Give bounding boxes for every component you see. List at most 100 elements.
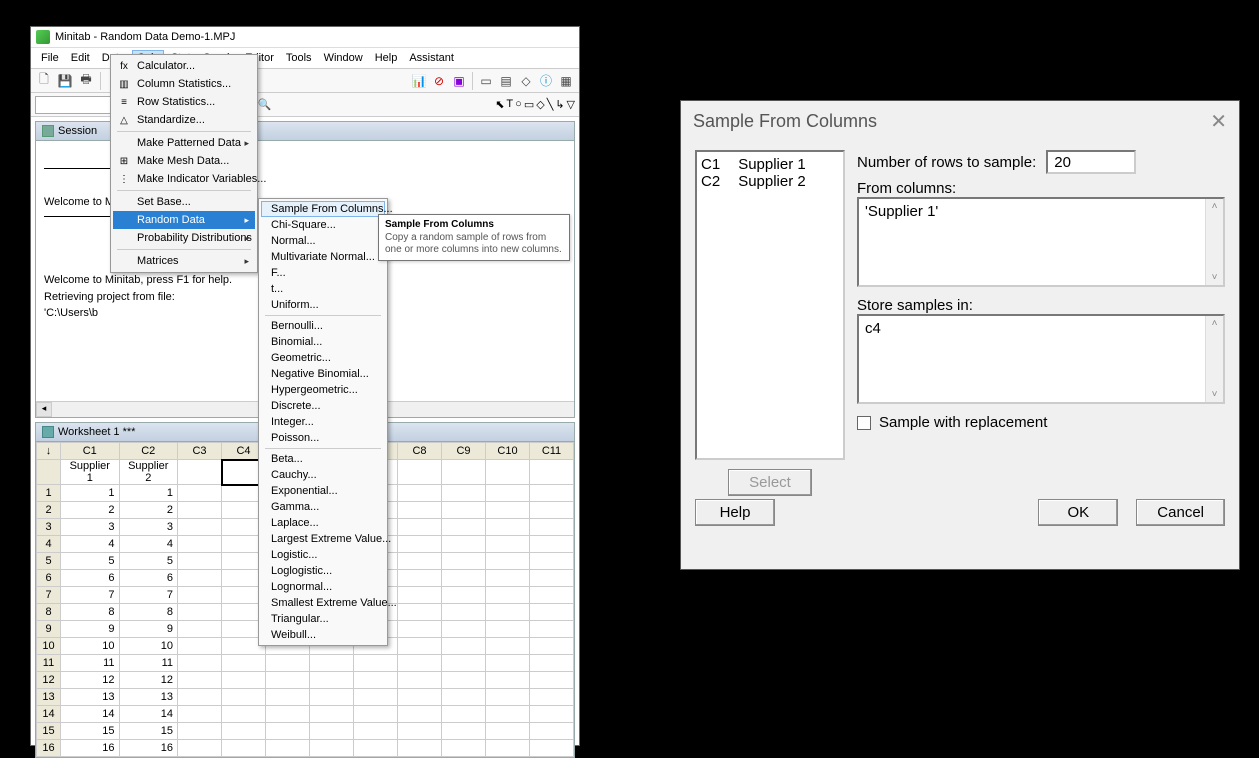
data-cell[interactable]	[398, 536, 442, 553]
data-cell[interactable]	[486, 621, 530, 638]
data-cell[interactable]	[398, 638, 442, 655]
row-header[interactable]: 5	[37, 553, 61, 570]
submenu-item[interactable]: Chi-Square...	[261, 217, 385, 233]
data-cell[interactable]	[354, 655, 398, 672]
col-header[interactable]: C1	[61, 443, 120, 460]
col-header[interactable]: C9	[442, 443, 486, 460]
data-cell[interactable]	[486, 655, 530, 672]
data-cell[interactable]	[178, 553, 222, 570]
data-cell[interactable]: 1	[119, 485, 178, 502]
submenu-item[interactable]: Binomial...	[261, 334, 385, 350]
tb-a-icon[interactable]: ▭	[477, 72, 495, 90]
data-cell[interactable]	[266, 689, 310, 706]
menu-item[interactable]: Random Data	[113, 211, 255, 229]
data-cell[interactable]	[310, 723, 354, 740]
submenu-item[interactable]: Logistic...	[261, 547, 385, 563]
data-cell[interactable]: 4	[119, 536, 178, 553]
data-cell[interactable]	[398, 723, 442, 740]
row-header[interactable]: 8	[37, 604, 61, 621]
col-name-cell[interactable]	[442, 460, 486, 485]
data-cell[interactable]	[222, 706, 266, 723]
help-button[interactable]: Help	[695, 499, 775, 526]
data-cell[interactable]: 10	[61, 638, 120, 655]
replacement-checkbox[interactable]	[857, 416, 871, 430]
marker-tool-icon[interactable]: ▽	[567, 98, 575, 111]
submenu-item[interactable]: Gamma...	[261, 499, 385, 515]
new-icon[interactable]: 🗋	[35, 72, 53, 90]
data-cell[interactable]	[398, 553, 442, 570]
col-header[interactable]: C11	[530, 443, 574, 460]
data-cell[interactable]	[178, 587, 222, 604]
data-cell[interactable]	[442, 536, 486, 553]
data-cell[interactable]	[266, 672, 310, 689]
data-cell[interactable]: 15	[119, 723, 178, 740]
col-name-cell[interactable]: Supplier 1	[61, 460, 120, 485]
data-cell[interactable]: 11	[61, 655, 120, 672]
data-cell[interactable]	[178, 502, 222, 519]
data-cell[interactable]: 1	[61, 485, 120, 502]
data-cell[interactable]: 6	[61, 570, 120, 587]
data-cell[interactable]	[442, 638, 486, 655]
random-data-submenu[interactable]: Sample From Columns...Chi-Square...Norma…	[258, 198, 388, 646]
col-name-cell[interactable]: Supplier 2	[119, 460, 178, 485]
submenu-item[interactable]: Hypergeometric...	[261, 382, 385, 398]
data-cell[interactable]	[530, 587, 574, 604]
data-cell[interactable]	[442, 553, 486, 570]
data-cell[interactable]	[486, 519, 530, 536]
data-cell[interactable]	[178, 604, 222, 621]
data-cell[interactable]: 7	[61, 587, 120, 604]
data-cell[interactable]	[222, 689, 266, 706]
submenu-item[interactable]: Poisson...	[261, 430, 385, 446]
menu-item[interactable]: Probability Distributions	[113, 229, 255, 247]
data-cell[interactable]	[178, 740, 222, 757]
submenu-item[interactable]: Beta...	[261, 451, 385, 467]
data-cell[interactable]	[530, 740, 574, 757]
col-header[interactable]: C8	[398, 443, 442, 460]
data-cell[interactable]	[310, 740, 354, 757]
data-cell[interactable]	[486, 553, 530, 570]
data-cell[interactable]	[398, 706, 442, 723]
ok-button[interactable]: OK	[1038, 499, 1118, 526]
col-header[interactable]: C10	[486, 443, 530, 460]
scrollbar[interactable]: ˄˅	[1205, 199, 1223, 285]
play-icon[interactable]: ▣	[450, 72, 468, 90]
scroll-left-icon[interactable]: ◂	[36, 402, 52, 417]
data-cell[interactable]: 8	[119, 604, 178, 621]
submenu-item[interactable]: Smallest Extreme Value...	[261, 595, 385, 611]
row-header[interactable]: 7	[37, 587, 61, 604]
data-cell[interactable]	[266, 740, 310, 757]
submenu-item[interactable]: Weibull...	[261, 627, 385, 643]
data-cell[interactable]	[178, 536, 222, 553]
chart-icon[interactable]: 📊	[410, 72, 428, 90]
polygon-tool-icon[interactable]: ◇	[536, 98, 544, 111]
arrow-tool-icon[interactable]: ↳	[555, 98, 564, 111]
data-cell[interactable]: 2	[119, 502, 178, 519]
data-cell[interactable]	[442, 621, 486, 638]
rect-tool-icon[interactable]: ▭	[524, 98, 534, 111]
data-cell[interactable]	[178, 706, 222, 723]
data-cell[interactable]	[486, 570, 530, 587]
data-cell[interactable]	[310, 689, 354, 706]
data-cell[interactable]	[442, 706, 486, 723]
column-list-item[interactable]: C1Supplier 1	[701, 156, 839, 173]
data-cell[interactable]	[486, 672, 530, 689]
menu-item[interactable]: ⋮Make Indicator Variables...	[113, 170, 255, 188]
data-cell[interactable]	[442, 587, 486, 604]
data-cell[interactable]	[398, 604, 442, 621]
submenu-item[interactable]: Discrete...	[261, 398, 385, 414]
data-cell[interactable]	[530, 570, 574, 587]
data-cell[interactable]	[486, 587, 530, 604]
data-cell[interactable]	[398, 740, 442, 757]
data-cell[interactable]	[398, 655, 442, 672]
row-header[interactable]: 14	[37, 706, 61, 723]
submenu-item[interactable]: Lognormal...	[261, 579, 385, 595]
data-cell[interactable]	[530, 621, 574, 638]
menu-item[interactable]: Make Patterned Data	[113, 134, 255, 152]
data-cell[interactable]	[530, 604, 574, 621]
data-cell[interactable]	[222, 672, 266, 689]
zoom-icon[interactable]: 🔍	[258, 98, 272, 111]
data-cell[interactable]: 14	[61, 706, 120, 723]
data-cell[interactable]: 8	[61, 604, 120, 621]
data-cell[interactable]: 9	[61, 621, 120, 638]
data-cell[interactable]: 15	[61, 723, 120, 740]
